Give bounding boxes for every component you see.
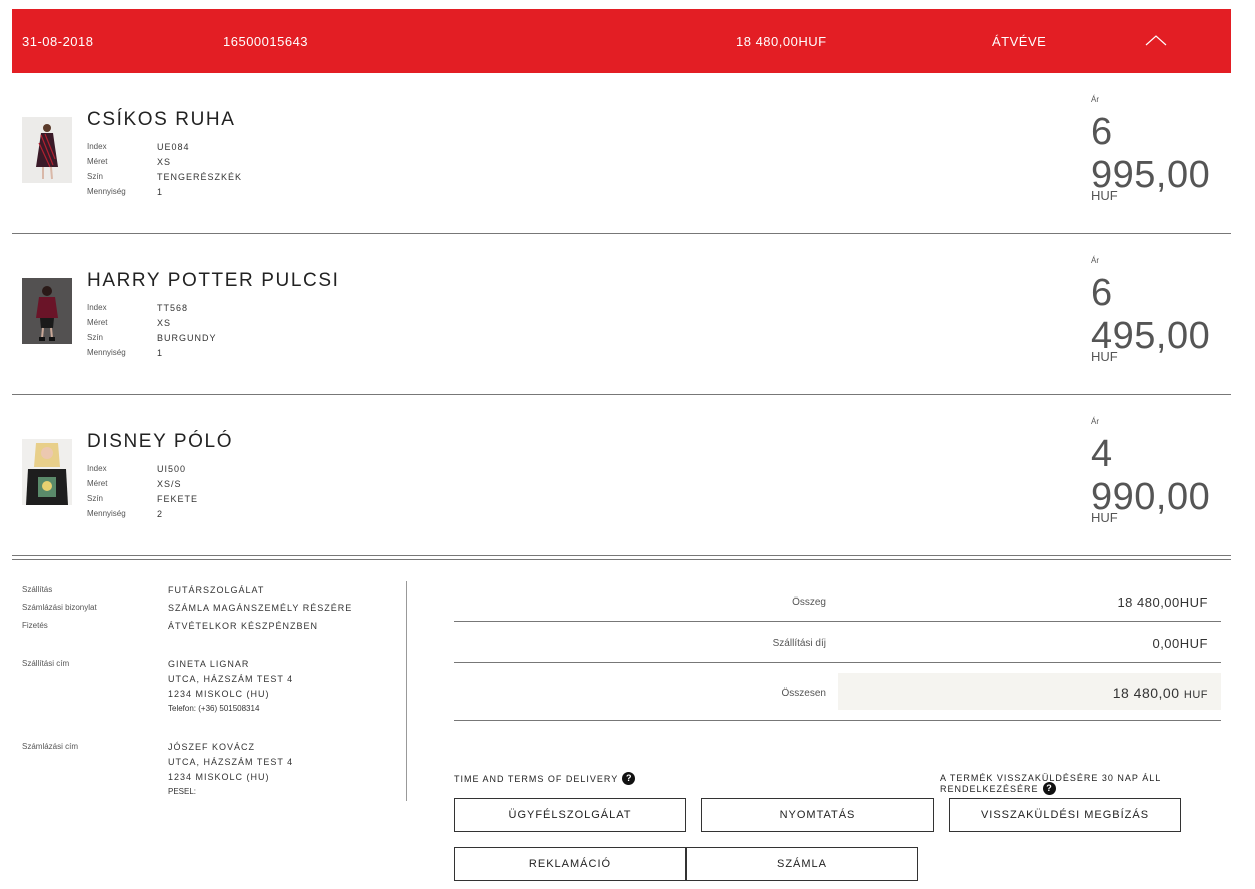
print-button[interactable]: NYOMTATÁS <box>701 798 934 832</box>
quantity-label: Mennyiség <box>87 187 126 196</box>
quantity-label: Mennyiség <box>87 509 126 518</box>
billing-address-city: 1234 MISKOLC (HU) <box>168 772 270 782</box>
summary-divider <box>454 720 1221 721</box>
shipping-address-city: 1234 MISKOLC (HU) <box>168 689 270 699</box>
billing-address-name: JÓSZEF KOVÁCZ <box>168 742 256 752</box>
return-order-button[interactable]: VISSZAKÜLDÉSI MEGBÍZÁS <box>949 798 1181 832</box>
product-name[interactable]: HARRY POTTER PULCSI <box>87 270 339 292</box>
quantity-value: 2 <box>157 509 164 519</box>
help-icon[interactable]: ? <box>1042 782 1056 795</box>
summary-divider <box>454 662 1221 663</box>
shipping-method-label: Szállítás <box>22 585 53 594</box>
price-value: 6 995,00 <box>1091 111 1211 196</box>
color-label: Szín <box>87 333 104 342</box>
shipping-address-phone: Telefon: (+36) 501508314 <box>168 704 260 713</box>
chevron-up-icon[interactable] <box>1145 33 1167 47</box>
billing-address-pesel: PESEL: <box>168 787 197 796</box>
grand-total-amount: 18 480,00 <box>1112 685 1180 701</box>
price-value: 6 495,00 <box>1091 272 1211 357</box>
size-label: Méret <box>87 157 108 166</box>
shipping-fee-value: 0,00HUF <box>1152 636 1208 651</box>
size-value: XS <box>157 157 172 167</box>
price-label: Ár <box>1091 95 1099 104</box>
invoice-button[interactable]: SZÁMLA <box>686 847 918 881</box>
section-divider <box>12 559 1231 560</box>
delivery-terms[interactable]: TIME AND TERMS OF DELIVERY? <box>454 772 636 786</box>
price-currency: HUF <box>1091 349 1118 364</box>
section-divider <box>12 555 1231 556</box>
product-name[interactable]: CSÍKOS RUHA <box>87 109 236 131</box>
help-icon[interactable]: ? <box>622 772 636 785</box>
grand-total-value: 18 480,00 HUF <box>958 685 1208 701</box>
billing-address-label: Számlázási cím <box>22 742 79 751</box>
billing-address-street: UTCA, HÁZSZÁM TEST 4 <box>168 757 294 767</box>
product-row: HARRY POTTER PULCSI Index TT568 Méret XS… <box>12 234 1231 395</box>
shipping-address-street: UTCA, HÁZSZÁM TEST 4 <box>168 674 294 684</box>
grand-total-currency: HUF <box>1183 689 1208 701</box>
order-header-bar[interactable]: 31-08-2018 16500015643 18 480,00HUF ÁTVÉ… <box>12 9 1231 73</box>
product-image[interactable] <box>22 117 72 183</box>
price-label: Ár <box>1091 417 1099 426</box>
index-value: UE084 <box>157 142 190 152</box>
complaint-button[interactable]: REKLAMÁCIÓ <box>454 847 686 881</box>
color-value: TENGERÉSZKÉK <box>157 172 243 182</box>
index-label: Index <box>87 142 107 151</box>
vertical-divider <box>406 581 407 801</box>
invoice-doc-value: SZÁMLA MAGÁNSZEMÉLY RÉSZÉRE <box>168 603 353 613</box>
subtotal-label: Összeg <box>792 597 826 608</box>
price-currency: HUF <box>1091 510 1118 525</box>
summary-divider <box>454 621 1221 622</box>
grand-total-label: Összesen <box>781 688 826 699</box>
index-value: TT568 <box>157 303 189 313</box>
product-row: CSÍKOS RUHA Index UE084 Méret XS Szín TE… <box>12 73 1231 234</box>
product-image[interactable] <box>22 439 72 505</box>
payment-label: Fizetés <box>22 621 48 630</box>
order-total: 18 480,00HUF <box>736 34 827 49</box>
color-value: BURGUNDY <box>157 333 217 343</box>
color-label: Szín <box>87 172 104 181</box>
index-value: UI500 <box>157 464 187 474</box>
size-label: Méret <box>87 479 108 488</box>
size-label: Méret <box>87 318 108 327</box>
return-note: A TERMÉK VISSZAKÜLDÉSÉRE 30 NAP ÁLL REND… <box>940 773 1255 796</box>
size-value: XS/S <box>157 479 182 489</box>
index-label: Index <box>87 303 107 312</box>
quantity-value: 1 <box>157 187 164 197</box>
shipping-fee-label: Szállítási díj <box>772 638 826 649</box>
shipping-address-name: GINETA LIGNAR <box>168 659 250 669</box>
price-currency: HUF <box>1091 188 1118 203</box>
delivery-terms-text[interactable]: TIME AND TERMS OF DELIVERY <box>454 774 618 784</box>
price-label: Ár <box>1091 256 1099 265</box>
color-label: Szín <box>87 494 104 503</box>
size-value: XS <box>157 318 172 328</box>
shipping-address-label: Szállítási cím <box>22 659 70 668</box>
order-number: 16500015643 <box>223 34 309 49</box>
subtotal-value: 18 480,00HUF <box>1117 595 1208 610</box>
quantity-label: Mennyiség <box>87 348 126 357</box>
color-value: FEKETE <box>157 494 199 504</box>
product-image[interactable] <box>22 278 72 344</box>
order-status: ÁTVÉVE <box>992 34 1047 49</box>
order-date: 31-08-2018 <box>22 34 94 49</box>
quantity-value: 1 <box>157 348 164 358</box>
customer-service-button[interactable]: ÜGYFÉLSZOLGÁLAT <box>454 798 686 832</box>
product-row: DISNEY PÓLÓ Index UI500 Méret XS/S Szín … <box>12 395 1231 556</box>
shipping-method-value: FUTÁRSZOLGÁLAT <box>168 585 265 595</box>
price-value: 4 990,00 <box>1091 433 1211 518</box>
payment-value: ÁTVÉTELKOR KÉSZPÉNZBEN <box>168 621 319 631</box>
index-label: Index <box>87 464 107 473</box>
product-name[interactable]: DISNEY PÓLÓ <box>87 431 233 453</box>
invoice-doc-label: Számlázási bizonylat <box>22 603 97 612</box>
